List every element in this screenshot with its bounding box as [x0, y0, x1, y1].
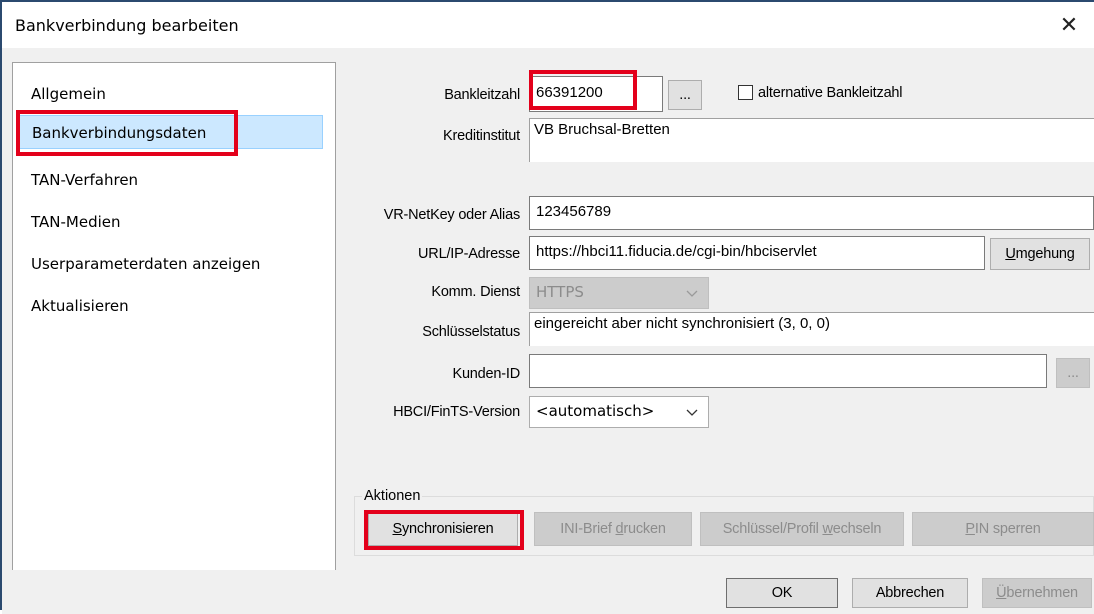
- komm-dienst-select[interactable]: HTTPS: [529, 277, 709, 309]
- nav-item-userparameterdaten[interactable]: Userparameterdaten anzeigen: [19, 247, 323, 281]
- alt-blz-checkbox[interactable]: [738, 85, 753, 100]
- hbci-version-label: HBCI/FinTS-Version: [393, 404, 520, 420]
- komm-dienst-value: HTTPS: [536, 283, 584, 301]
- hbci-version-value: <automatisch>: [536, 402, 655, 420]
- kunden-id-label: Kunden-ID: [452, 366, 520, 382]
- hbci-version-select[interactable]: <automatisch>: [529, 396, 709, 428]
- kreditinstitut-label: Kreditinstitut: [443, 128, 520, 144]
- umgehung-button[interactable]: Umgehung: [990, 238, 1090, 270]
- category-list: Allgemein Bankverbindungsdaten TAN-Verfa…: [12, 62, 336, 607]
- ini-brief-button[interactable]: INI-Brief drucken: [534, 512, 692, 546]
- synchronisieren-button[interactable]: Synchronisieren: [368, 512, 518, 546]
- dialog-window: Bankverbindung bearbeiten ✕ Allgemein Ba…: [0, 0, 1094, 614]
- nav-item-allgemein[interactable]: Allgemein: [19, 77, 323, 111]
- actions-group-title: Aktionen: [362, 488, 423, 504]
- komm-dienst-label: Komm. Dienst: [431, 284, 520, 300]
- schluesselstatus-label: Schlüsselstatus: [422, 324, 520, 340]
- kunden-id-input[interactable]: [529, 354, 1047, 388]
- url-input[interactable]: https://hbci11.fiducia.de/cgi-bin/hbcise…: [529, 236, 985, 270]
- schluesselstatus-value: eingereicht aber nicht synchronisiert (3…: [529, 312, 1094, 346]
- chevron-down-icon: [686, 283, 698, 307]
- nav-item-bankverbindungsdaten[interactable]: Bankverbindungsdaten: [19, 115, 323, 149]
- netkey-input[interactable]: 123456789: [529, 196, 1094, 230]
- blz-browse-button[interactable]: ...: [668, 80, 702, 110]
- dialog-title: Bankverbindung bearbeiten: [15, 16, 239, 35]
- url-label: URL/IP-Adresse: [418, 246, 520, 262]
- chevron-down-icon: [686, 402, 698, 426]
- abbrechen-button[interactable]: Abbrechen: [852, 578, 968, 608]
- netkey-label: VR-NetKey oder Alias: [383, 207, 520, 223]
- kreditinstitut-value: VB Bruchsal-Bretten: [529, 118, 1094, 162]
- uebernehmen-button[interactable]: Übernehmen: [982, 578, 1092, 608]
- nav-item-tan-verfahren[interactable]: TAN-Verfahren: [19, 163, 323, 197]
- pin-sperren-button[interactable]: PIN sperren: [912, 512, 1094, 546]
- kunden-id-browse-button[interactable]: ...: [1056, 358, 1090, 388]
- blz-label: Bankleitzahl: [444, 87, 520, 103]
- blz-input[interactable]: 66391200: [529, 76, 663, 112]
- alt-blz-label: alternative Bankleitzahl: [758, 85, 903, 101]
- nav-item-tan-medien[interactable]: TAN-Medien: [19, 205, 323, 239]
- close-icon[interactable]: ✕: [1054, 10, 1084, 40]
- ok-button[interactable]: OK: [726, 578, 838, 608]
- nav-item-aktualisieren[interactable]: Aktualisieren: [19, 289, 323, 323]
- title-bar: Bankverbindung bearbeiten ✕: [2, 2, 1094, 48]
- schluessel-wechseln-button[interactable]: Schlüssel/Profil wechseln: [700, 512, 904, 546]
